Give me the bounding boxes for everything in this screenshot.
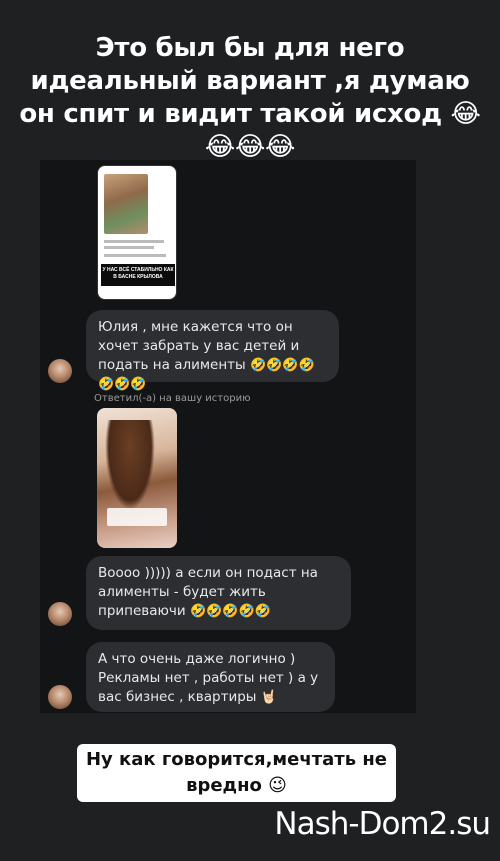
thumbnail-photo	[105, 420, 155, 510]
caption-line: вредно 😉	[186, 775, 287, 796]
caption-line: Ну как говорится,мечтать не	[85, 749, 388, 770]
shared-story-thumbnail[interactable]: У НАС ВСЁ СТАБИЛЬНО КАК В БАСНЕ КРЫЛОВА	[97, 165, 177, 300]
message-emojis: 🤘🏻	[260, 690, 277, 705]
thumbnail-caption-bar	[107, 508, 167, 526]
site-watermark: Nash-Dom2.su	[274, 806, 491, 842]
avatar[interactable]	[48, 602, 72, 626]
message-bubble: А что очень даже логично ) Рекламы нет ,…	[86, 642, 335, 712]
avatar[interactable]	[48, 685, 72, 709]
thumbnail-photo	[104, 174, 148, 234]
message-bubble: Воооо ))))) а если он подаст на алименты…	[86, 556, 351, 630]
message-text: А что очень даже логично ) Рекламы нет ,…	[98, 651, 319, 705]
story-reply-thumbnail[interactable]	[97, 408, 177, 548]
thumbnail-text-line	[104, 254, 166, 257]
message-bubble: Юлия , мне кажется что он хочет забрать …	[86, 310, 339, 392]
thumbnail-text-line	[104, 246, 154, 249]
thumbnail-banner: У НАС ВСЁ СТАБИЛЬНО КАК В БАСНЕ КРЫЛОВА	[101, 264, 175, 286]
message-emojis: 🤣🤣🤣🤣🤣	[189, 604, 271, 619]
chat-screenshot: У НАС ВСЁ СТАБИЛЬНО КАК В БАСНЕ КРЫЛОВА …	[40, 160, 416, 713]
thumbnail-text-line	[104, 240, 164, 243]
story-caption-bottom: Ну как говорится,мечтать не вредно 😉	[77, 744, 396, 802]
avatar[interactable]	[48, 359, 72, 383]
story-reply-label: Ответил(-а) на вашу историю	[94, 393, 251, 404]
story-caption-top: Это был бы для него идеальный вариант ,я…	[19, 33, 481, 162]
